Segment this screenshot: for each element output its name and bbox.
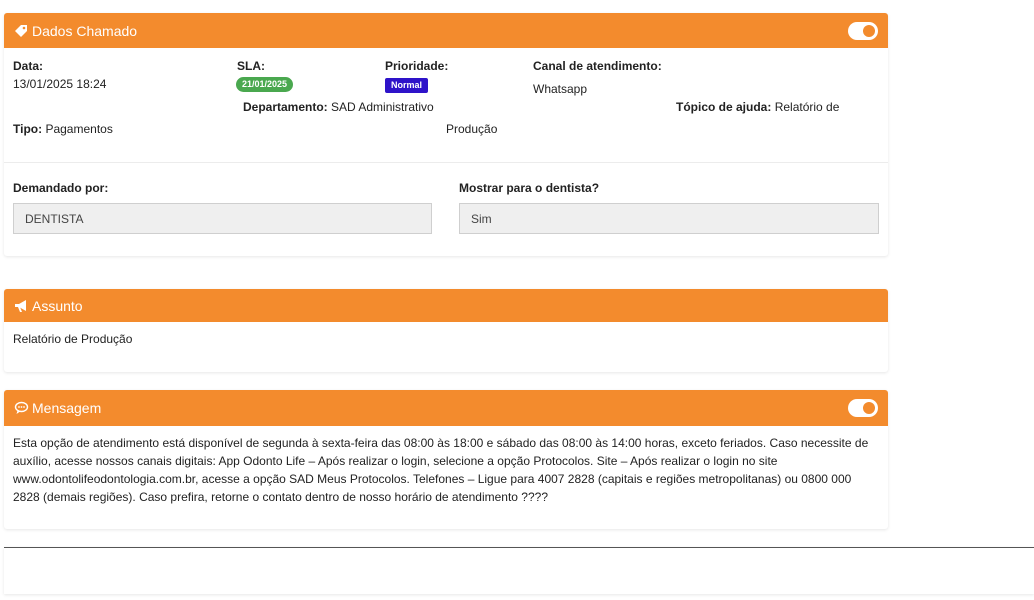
tipo-label: Tipo: [13, 122, 43, 136]
dados-divider [4, 162, 888, 163]
dados-chamado-header: Dados Chamado [4, 13, 888, 48]
dados-chamado-title: Dados Chamado [32, 22, 138, 39]
departamento-row: Departamento: SAD Administrativo [243, 100, 434, 114]
mensagem-text: Esta opção de atendimento está disponíve… [13, 436, 869, 504]
bottom-panel [4, 547, 1034, 594]
departamento-label: Departamento: [243, 100, 328, 114]
assunto-title: Assunto [32, 297, 83, 314]
tipo-row: Tipo: Pagamentos [13, 122, 113, 136]
prioridade-badge: Normal [385, 78, 429, 93]
mensagem-header: Mensagem [4, 390, 888, 426]
tipo-value: Pagamentos [45, 122, 113, 136]
data-value: 13/01/2025 18:24 [13, 77, 107, 91]
data-label: Data: [13, 59, 44, 73]
topico-value: Relatório de [774, 100, 840, 114]
canal-label: Canal de atendimento: [533, 59, 662, 73]
ticket-icon [13, 23, 29, 39]
canal-value: Whatsapp [533, 82, 588, 96]
assunto-text: Relatório de Produção [13, 332, 133, 346]
topico-row: Tópico de ajuda: Relatório de [676, 100, 839, 114]
toggle-knob [863, 24, 875, 37]
mensagem-card: Mensagem Esta opção de atendimento está … [4, 390, 888, 529]
mensagem-title: Mensagem [32, 400, 102, 416]
toggle-knob [863, 402, 875, 414]
mensagem-toggle[interactable] [848, 399, 878, 417]
dados-chamado-card: Dados Chamado Data: 13/01/2025 18:24 SLA… [4, 13, 888, 256]
departamento-value: SAD Administrativo [331, 100, 434, 114]
mostrar-label: Mostrar para o dentista? [459, 181, 600, 195]
topico-value-continued: Produção [446, 122, 498, 136]
demandado-label: Demandado por: [13, 181, 109, 195]
megaphone-icon [13, 298, 29, 314]
chat-icon [13, 400, 29, 416]
assunto-header: Assunto [4, 289, 888, 322]
demandado-field[interactable]: DENTISTA [13, 203, 432, 234]
topico-label: Tópico de ajuda: [676, 100, 772, 114]
sla-badge: 21/01/2025 [236, 77, 294, 92]
dados-chamado-toggle[interactable] [848, 21, 878, 40]
assunto-card: Assunto Relatório de Produção [4, 289, 888, 372]
sla-label: SLA: [237, 59, 265, 73]
prioridade-label: Prioridade: [385, 59, 449, 73]
mostrar-field[interactable]: Sim [459, 203, 879, 234]
